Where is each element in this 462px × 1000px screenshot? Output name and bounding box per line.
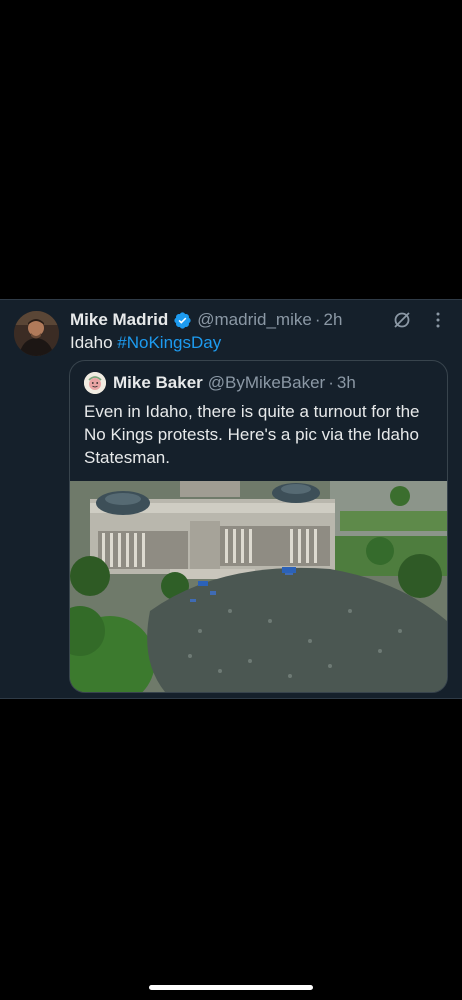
quoted-time[interactable]: 3h (337, 373, 356, 393)
author-avatar[interactable] (14, 311, 59, 356)
quoted-tweet[interactable]: Mike Baker @ByMikeBaker · 3h Even in Ida… (69, 360, 448, 693)
quoted-author-avatar[interactable] (84, 372, 106, 394)
quoted-avatar-image (84, 372, 106, 394)
quoted-author-name[interactable]: Mike Baker (113, 373, 203, 393)
hashtag-link[interactable]: #NoKingsDay (117, 333, 221, 352)
separator-dot: · (314, 310, 321, 329)
verified-badge-icon (174, 311, 191, 329)
protest-photo[interactable] (70, 481, 447, 692)
tweet-card[interactable]: Mike Madrid @madrid_mike · 2h Idaho #NoK… (0, 299, 462, 699)
author-handle[interactable]: @madrid_mike (197, 310, 312, 330)
home-indicator[interactable] (149, 985, 313, 990)
avatar-image (14, 311, 59, 356)
author-name[interactable]: Mike Madrid (70, 310, 168, 330)
quoted-header: Mike Baker @ByMikeBaker · 3h (113, 372, 356, 394)
capitol-crowd-image (70, 481, 447, 692)
quoted-text: Even in Idaho, there is quite a turnout … (84, 402, 420, 467)
quoted-separator-dot: · (328, 373, 334, 392)
grok-icon[interactable] (391, 309, 413, 331)
tweet-time[interactable]: 2h (324, 310, 343, 330)
tweet-text: Idaho #NoKingsDay (70, 332, 221, 354)
quoted-author-handle[interactable]: @ByMikeBaker (208, 373, 325, 393)
more-icon[interactable] (427, 309, 449, 331)
tweet-text-plain: Idaho (70, 333, 118, 352)
tweet-header: Mike Madrid @madrid_mike · 2h (70, 308, 342, 332)
